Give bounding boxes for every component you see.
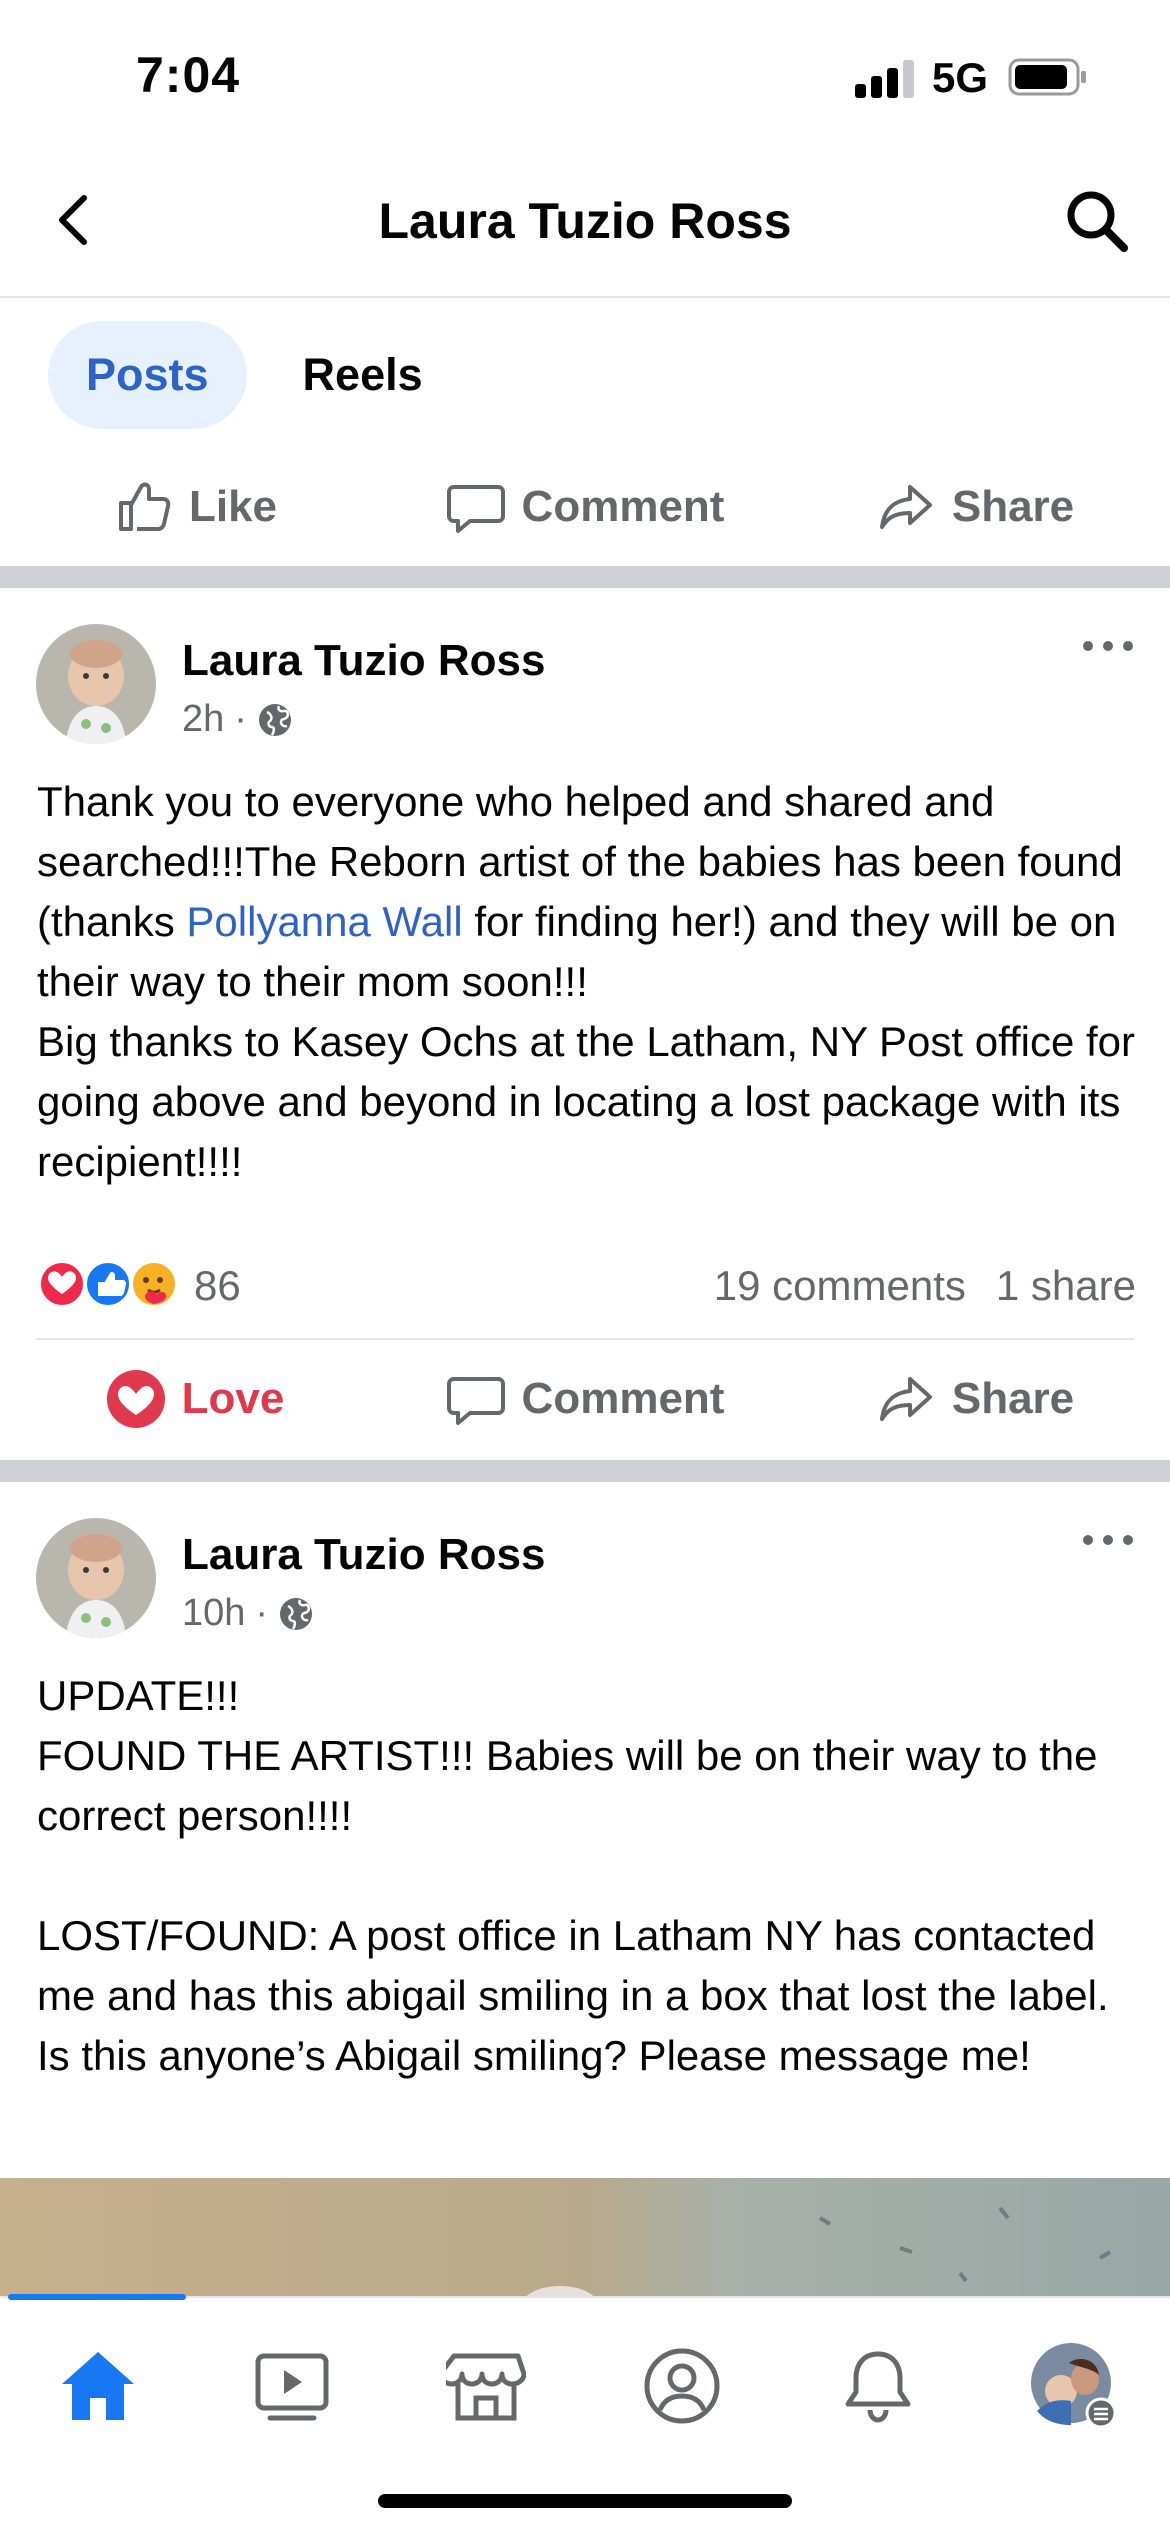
share-arrow-icon xyxy=(879,1377,932,1421)
nav-marketplace[interactable] xyxy=(438,2338,534,2434)
post-header: Laura Tuzio Ross 2h · xyxy=(0,624,1170,754)
post-meta: 10h · xyxy=(182,1592,314,1635)
reaction-icons xyxy=(37,1259,179,1309)
previous-post-actions: Like Comment Share xyxy=(0,452,1170,562)
post-body: Thank you to everyone who helped and sha… xyxy=(37,772,1137,1192)
love-heart-icon xyxy=(106,1370,165,1428)
post-paragraph: Big thanks to Kasey Ochs at the Latham, … xyxy=(37,1018,1136,1185)
nav-home[interactable] xyxy=(50,2338,146,2434)
bottom-tab-bar xyxy=(0,2294,1170,2532)
signal-strength-icon xyxy=(855,58,915,98)
comment-label: Comment xyxy=(521,482,725,531)
more-options-icon[interactable] xyxy=(1080,634,1136,658)
comment-count[interactable]: 19 comments xyxy=(714,1262,966,1310)
share-button[interactable]: Share xyxy=(780,1344,1170,1454)
home-indicator xyxy=(378,2494,792,2508)
tab-reels[interactable]: Reels xyxy=(265,321,461,429)
post-paragraph: LOST/FOUND: A post office in Latham NY h… xyxy=(37,1912,1109,2079)
post-paragraph: UPDATE!!! xyxy=(37,1672,240,1719)
nav-header: Laura Tuzio Ross xyxy=(0,150,1170,298)
like-label: Like xyxy=(188,482,278,531)
status-time: 7:04 xyxy=(136,47,241,103)
home-icon xyxy=(62,2352,134,2420)
nav-notifications[interactable] xyxy=(830,2338,926,2434)
tab-posts[interactable]: Posts xyxy=(48,321,247,429)
post-header: Laura Tuzio Ross 10h · xyxy=(0,1518,1170,1648)
meta-dot: · xyxy=(234,698,247,740)
feed-separator xyxy=(0,566,1170,588)
thumbs-up-icon xyxy=(118,482,171,531)
menu-avatar-icon xyxy=(1031,2343,1117,2429)
search-icon[interactable] xyxy=(1062,186,1132,256)
post-author[interactable]: Laura Tuzio Ross xyxy=(182,1530,545,1580)
page-title: Laura Tuzio Ross xyxy=(378,193,792,249)
nav-video[interactable] xyxy=(244,2338,340,2434)
active-tab-indicator xyxy=(8,2294,186,2300)
share-label: Share xyxy=(951,482,1075,531)
love-button[interactable]: Love xyxy=(0,1344,390,1454)
post-body: UPDATE!!! FOUND THE ARTIST!!! Babies wil… xyxy=(37,1666,1137,2086)
meta-dot: · xyxy=(255,1592,269,1634)
author-avatar[interactable] xyxy=(36,624,156,744)
more-options-icon[interactable] xyxy=(1080,1528,1136,1552)
globe-icon xyxy=(258,703,291,736)
like-button[interactable]: Like xyxy=(0,452,390,562)
comment-icon xyxy=(446,1377,505,1425)
post-photo[interactable] xyxy=(0,2178,1170,2298)
video-icon xyxy=(255,2353,329,2421)
feed-separator xyxy=(0,1460,1170,1482)
status-bar: 7:04 5G xyxy=(0,0,1170,150)
post-author[interactable]: Laura Tuzio Ross xyxy=(182,636,545,686)
share-arrow-icon xyxy=(879,485,932,529)
baby-avatar-icon xyxy=(36,624,156,744)
nav-menu[interactable] xyxy=(1026,2338,1122,2434)
love-label: Love xyxy=(181,1374,285,1423)
profile-tabs: Posts Reels xyxy=(48,320,461,430)
engagement-stats: 19 comments 1 share xyxy=(714,1262,1136,1310)
post-paragraph: FOUND THE ARTIST!!! Babies will be on th… xyxy=(37,1732,1098,1839)
share-button[interactable]: Share xyxy=(780,452,1170,562)
share-label: Share xyxy=(951,1374,1075,1423)
comment-icon xyxy=(446,485,505,533)
reactions-summary[interactable]: 86 19 comments 1 share xyxy=(36,1248,1136,1318)
marketplace-icon xyxy=(446,2353,526,2421)
mention-link[interactable]: Pollyanna Wall xyxy=(186,898,462,945)
network-label: 5G xyxy=(932,54,989,101)
post-meta: 2h · xyxy=(182,698,293,741)
author-avatar[interactable] xyxy=(36,1518,156,1638)
post-time[interactable]: 2h xyxy=(182,698,224,741)
nav-profile[interactable] xyxy=(634,2338,730,2434)
baby-avatar-icon xyxy=(36,1518,156,1638)
post-time[interactable]: 10h xyxy=(182,1592,245,1635)
battery-icon xyxy=(1008,58,1086,96)
divider xyxy=(36,1338,1134,1340)
share-count[interactable]: 1 share xyxy=(996,1262,1136,1310)
comment-button[interactable]: Comment xyxy=(390,1344,780,1454)
reaction-count[interactable]: 86 xyxy=(194,1262,241,1310)
post-actions: Love Comment Share xyxy=(0,1344,1170,1454)
globe-icon xyxy=(280,1597,313,1630)
post-paragraph: Thank you to everyone who helped and sha… xyxy=(37,772,1137,1012)
bell-icon xyxy=(845,2351,911,2423)
comment-label: Comment xyxy=(521,1374,725,1423)
comment-button[interactable]: Comment xyxy=(390,452,780,562)
photo-image xyxy=(0,2178,1170,2298)
profile-icon xyxy=(644,2348,720,2424)
